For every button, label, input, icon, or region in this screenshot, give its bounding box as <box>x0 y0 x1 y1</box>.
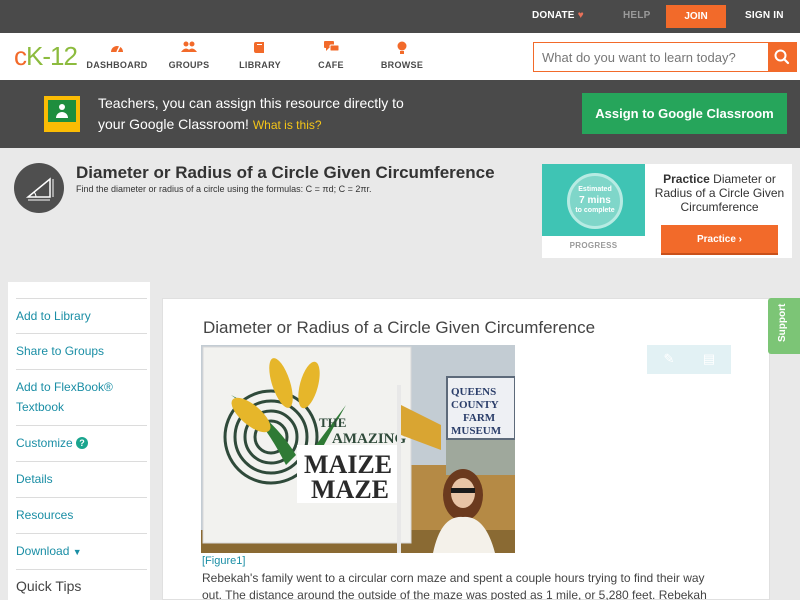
logo-k12: K-12 <box>26 41 78 71</box>
nav-cafe-label: CAFE <box>318 60 344 70</box>
customize-label: Customize <box>16 436 73 450</box>
nav-dashboard-label: DASHBOARD <box>86 60 148 70</box>
textbook-label: Textbook <box>16 400 65 414</box>
nav-dashboard[interactable]: DASHBOARD <box>77 41 157 70</box>
practice-bold-label: Practice <box>663 172 710 186</box>
sign-in-link[interactable]: SIGN IN <box>745 10 784 21</box>
practice-card: Estimated 7 mins to complete PROGRESS Pr… <box>542 164 792 258</box>
svg-text:MAZE: MAZE <box>311 475 389 504</box>
svg-text:THE: THE <box>319 415 346 430</box>
nav-browse[interactable]: BROWSE <box>362 41 442 70</box>
dashboard-icon <box>77 41 157 55</box>
donate-link[interactable]: DONATE ♥ <box>532 10 584 21</box>
nav-library[interactable]: LIBRARY <box>220 41 300 70</box>
svg-text:QUEENS: QUEENS <box>451 386 496 398</box>
join-button[interactable]: JOIN <box>666 5 726 28</box>
nav-library-label: LIBRARY <box>239 60 281 70</box>
progress-label: PROGRESS <box>569 241 618 250</box>
heart-icon: ♥ <box>577 10 584 21</box>
corn-maze-figure[interactable]: THE AMAZING MAIZE MAZE QUEENS COUNTY FAR… <box>201 345 515 553</box>
article-body-line2: out. The distance around the outside of … <box>202 588 707 600</box>
google-classroom-banner: Teachers, you can assign this resource d… <box>0 80 800 148</box>
notes-icon[interactable]: ▤ <box>701 351 717 367</box>
cafe-icon <box>291 41 371 55</box>
concept-icon <box>14 163 64 213</box>
practice-description: Practice Diameter or Radius of a Circle … <box>652 172 787 214</box>
estimated-time-badge: Estimated 7 mins to complete <box>567 173 623 229</box>
svg-text:COUNTY: COUNTY <box>451 399 499 411</box>
top-bar: DONATE ♥ HELP JOIN SIGN IN <box>0 0 800 33</box>
estimated-label: Estimated <box>578 186 612 193</box>
search-box <box>533 42 797 72</box>
resources-link[interactable]: Resources <box>16 498 147 534</box>
page-subtitle: Find the diameter or radius of a circle … <box>76 184 372 194</box>
add-to-library-link[interactable]: Add to Library <box>16 298 147 334</box>
library-icon <box>220 41 300 55</box>
support-label: Support <box>777 303 788 342</box>
browse-icon <box>362 41 442 55</box>
chevron-right-icon: › <box>738 234 743 245</box>
add-to-flexbook-link[interactable]: Add to FlexBook® Textbook <box>16 370 147 426</box>
figure-caption-link[interactable]: [Figure1] <box>202 555 245 567</box>
svg-text:MUSEUM: MUSEUM <box>451 425 502 437</box>
resources-label: Resources <box>16 508 74 522</box>
support-tab[interactable]: Support <box>768 298 800 354</box>
what-is-this-link[interactable]: What is this? <box>253 118 322 132</box>
download-link[interactable]: Download ▼ <box>16 534 147 570</box>
quick-tips-heading[interactable]: Quick Tips <box>16 578 81 594</box>
download-label: Download <box>16 544 70 558</box>
search-button[interactable] <box>768 43 796 71</box>
add-to-library-label: Add to Library <box>16 309 91 323</box>
article-body-line1: Rebekah's family went to a circular corn… <box>202 571 705 585</box>
article-title: Diameter or Radius of a Circle Given Cir… <box>203 318 596 337</box>
main-nav: cK-12 DASHBOARD GROUPS LIBRARY CAFE BROW… <box>0 33 800 80</box>
practice-progress-panel: Estimated 7 mins to complete <box>542 164 645 236</box>
article-card: Diameter or Radius of a Circle Given Cir… <box>162 298 770 600</box>
share-to-groups-label: Share to Groups <box>16 344 105 358</box>
assign-to-google-classroom-button[interactable]: Assign to Google Classroom <box>582 93 787 134</box>
figure-image: THE AMAZING MAIZE MAZE QUEENS COUNTY FAR… <box>201 345 515 553</box>
groups-icon <box>149 41 229 55</box>
customize-link[interactable]: Customize ? <box>16 426 147 462</box>
details-link[interactable]: Details <box>16 462 147 498</box>
article-body: Rebekah's family went to a circular corn… <box>202 570 730 600</box>
caret-down-icon: ▼ <box>72 547 82 557</box>
estimated-minutes: 7 mins <box>579 195 611 206</box>
practice-button[interactable]: Practice › <box>661 225 778 255</box>
logo-c: c <box>14 41 27 71</box>
ck12-logo[interactable]: cK-12 <box>14 41 78 72</box>
help-icon[interactable]: ? <box>76 437 89 449</box>
sidebar: Add to Library Share to Groups Add to Fl… <box>8 282 150 600</box>
pencil-icon[interactable]: ✎ <box>661 351 677 367</box>
classroom-message-line2: your Google Classroom! <box>98 116 249 132</box>
classroom-message-line1: Teachers, you can assign this resource d… <box>98 95 404 111</box>
help-link[interactable]: HELP <box>623 10 650 21</box>
search-icon <box>774 49 790 65</box>
svg-text:FARM: FARM <box>463 412 496 424</box>
practice-button-label: Practice <box>696 234 736 245</box>
nav-groups[interactable]: GROUPS <box>149 41 229 70</box>
add-to-flexbook-label: Add to FlexBook® <box>16 380 113 394</box>
share-to-groups-link[interactable]: Share to Groups <box>16 334 147 370</box>
details-label: Details <box>16 472 53 486</box>
article-tools: ✎ ▤ <box>647 345 731 374</box>
nav-browse-label: BROWSE <box>380 60 424 70</box>
nav-cafe[interactable]: CAFE <box>291 41 371 70</box>
donate-label: DONATE <box>532 10 575 21</box>
search-input[interactable] <box>534 43 768 71</box>
google-classroom-icon <box>44 96 80 132</box>
svg-text:AMAZING: AMAZING <box>332 431 406 447</box>
nav-groups-label: GROUPS <box>168 60 210 70</box>
page-title: Diameter or Radius of a Circle Given Cir… <box>76 163 495 182</box>
to-complete-label: to complete <box>575 207 615 214</box>
classroom-message: Teachers, you can assign this resource d… <box>98 93 568 136</box>
